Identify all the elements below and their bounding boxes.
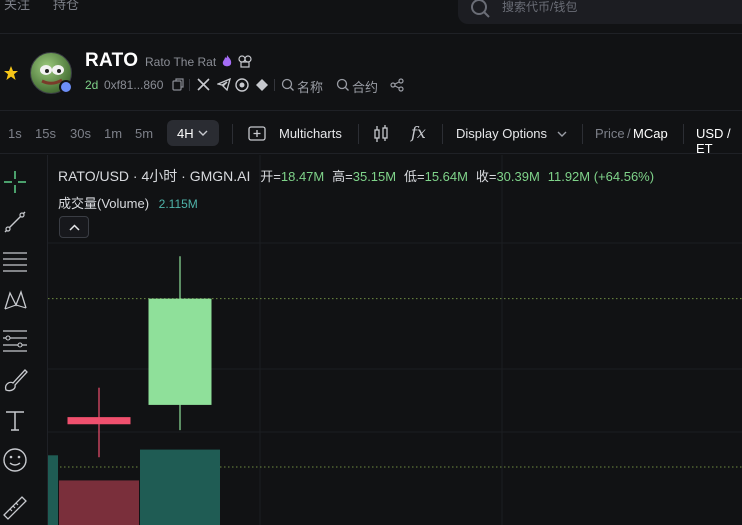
- chart-toolbar: 1s 15s 30s 1m 5m 4H Multicharts fx Displ…: [0, 112, 742, 156]
- token-header: RATO Rato The Rat 2d 0xf81...860 名称 合约: [0, 35, 742, 111]
- tab-holdings[interactable]: 持仓: [53, 0, 79, 13]
- search-by-contract-link[interactable]: 合约: [352, 77, 378, 96]
- pump-fun-icon[interactable]: [235, 78, 249, 92]
- toolbar-separator: [442, 124, 443, 144]
- legend-title: RATO/USD · 4小时 · GMGN.AI: [58, 168, 251, 184]
- chevron-down-icon: [557, 131, 567, 137]
- multicharts-button[interactable]: Multicharts: [279, 126, 342, 141]
- toolbar-separator: [683, 124, 684, 144]
- toolbar-separator: [582, 124, 583, 144]
- ruler-icon[interactable]: [2, 495, 28, 521]
- token-address: 0xf81...860: [104, 78, 164, 92]
- chef-hat-icon: [238, 55, 252, 68]
- legend-high-value: 35.15M: [352, 169, 397, 184]
- crosshair-icon[interactable]: [2, 169, 28, 195]
- price-toggle[interactable]: Price: [595, 126, 625, 141]
- chevron-down-icon: [198, 130, 208, 136]
- add-chart-icon[interactable]: [248, 126, 266, 141]
- search-by-name-link[interactable]: 名称: [297, 77, 323, 96]
- indicators-fx-button[interactable]: fx: [411, 123, 426, 142]
- dex-screener-icon[interactable]: [255, 78, 269, 92]
- search-name-icon[interactable]: [281, 78, 294, 91]
- timeframe-30s[interactable]: 30s: [70, 126, 91, 141]
- token-name: Rato The Rat: [145, 55, 217, 69]
- divider: [189, 79, 190, 91]
- search-input[interactable]: 搜索代币/钱包: [458, 0, 742, 24]
- candle-body: [67, 417, 131, 425]
- token-avatar: [30, 52, 73, 94]
- timeframe-4h-label: 4H: [177, 126, 194, 141]
- chart-area[interactable]: RATO/USD · 4小时 · GMGN.AI 开=18.47M 高=35.1…: [48, 155, 742, 525]
- legend-close-label: 收=: [475, 169, 497, 184]
- share-icon[interactable]: [390, 78, 404, 92]
- token-age: 2d: [85, 78, 99, 92]
- volume-bar: [48, 455, 58, 525]
- timeframe-1m[interactable]: 1m: [104, 126, 122, 141]
- copy-icon[interactable]: [172, 78, 184, 91]
- flame-icon: [222, 55, 232, 67]
- volume-bars: [48, 449, 220, 525]
- telegram-icon[interactable]: [217, 78, 231, 91]
- price-mcap-slash: /: [627, 126, 631, 141]
- search-icon: [471, 0, 490, 18]
- x-twitter-icon[interactable]: [197, 78, 210, 91]
- timeframe-15s[interactable]: 15s: [35, 126, 56, 141]
- timeframe-1s[interactable]: 1s: [8, 126, 22, 141]
- collapse-legend-button[interactable]: [59, 216, 89, 238]
- legend-open-value: 18.47M: [280, 169, 325, 184]
- legend-high-label: 高=: [332, 169, 353, 184]
- legend-open-label: 开=: [260, 169, 281, 184]
- candles: [67, 256, 212, 458]
- toolbar-separator: [358, 124, 359, 144]
- emoji-icon[interactable]: [2, 447, 28, 473]
- volume-label: 成交量(Volume): [58, 196, 150, 211]
- legend-low-value: 15.64M: [424, 169, 468, 184]
- volume-bar: [59, 480, 139, 525]
- volume-value: 2.115M: [158, 197, 198, 211]
- top-bar: 关注 持仓 搜索代币/钱包: [0, 0, 742, 34]
- candlestick-type-icon[interactable]: [373, 125, 389, 143]
- trend-line-icon[interactable]: [2, 209, 28, 235]
- toolbar-separator: [232, 124, 233, 144]
- tab-follow[interactable]: 关注: [4, 0, 30, 13]
- volume-bar: [140, 449, 220, 525]
- timeframe-5m[interactable]: 5m: [135, 126, 153, 141]
- favorite-star-icon[interactable]: [3, 65, 19, 81]
- search-contract-icon[interactable]: [336, 78, 349, 91]
- horizontal-lines-icon[interactable]: [2, 248, 28, 274]
- text-tool-icon[interactable]: [2, 407, 28, 433]
- legend-change-value: 11.92M (+64.56%): [547, 169, 655, 184]
- search-placeholder: 搜索代币/钱包: [502, 0, 578, 14]
- legend-low-label: 低=: [404, 169, 425, 184]
- volume-legend: 成交量(Volume) 2.115M: [58, 193, 198, 212]
- timeframe-4h-dropdown[interactable]: 4H: [167, 120, 219, 146]
- brush-icon[interactable]: [2, 367, 28, 393]
- candle-body: [148, 298, 212, 405]
- chain-badge-icon: [59, 80, 73, 94]
- token-symbol: RATO: [85, 50, 139, 71]
- drawing-tools-sidebar: [0, 155, 48, 525]
- pattern-tool-icon[interactable]: [2, 287, 28, 313]
- chart-legend: RATO/USD · 4小时 · GMGN.AI 开=18.47M 高=35.1…: [58, 166, 654, 186]
- mcap-toggle[interactable]: MCap: [633, 126, 668, 141]
- legend-close-value: 30.39M: [496, 169, 540, 184]
- fib-retracement-icon[interactable]: [2, 327, 28, 353]
- display-options-button[interactable]: Display Options: [456, 126, 547, 141]
- chevron-up-icon: [69, 224, 80, 231]
- currency-toggle[interactable]: USD / ET: [696, 126, 742, 156]
- divider: [274, 79, 275, 91]
